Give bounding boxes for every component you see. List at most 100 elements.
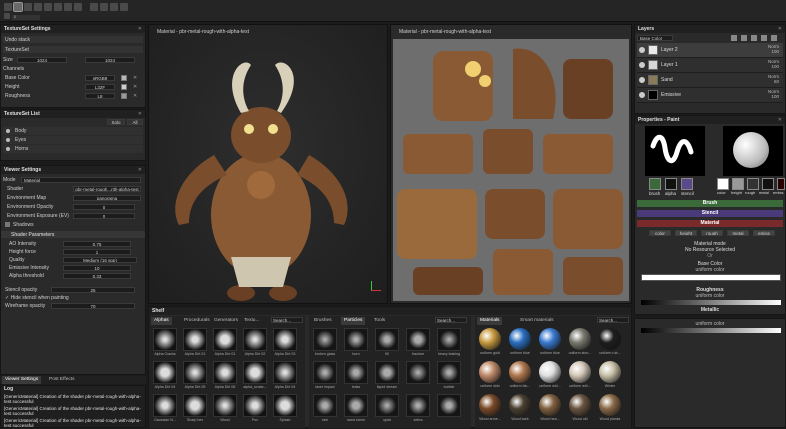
color-channel-swatch[interactable] [717, 178, 729, 190]
channel-color-swatch[interactable] [121, 93, 127, 99]
metallic-slider[interactable] [641, 328, 781, 333]
tab-viewer-settings[interactable]: Viewer Settings [2, 376, 42, 384]
tab-post-effects[interactable]: Post Effects [46, 376, 78, 384]
clone-tool-icon[interactable] [64, 3, 72, 11]
layer-row[interactable]: Layer 2 Norm 100 [637, 43, 783, 58]
shelf-tab[interactable]: Generators [211, 317, 241, 325]
panel-close-icon[interactable]: ✕ [778, 26, 782, 32]
shader-params-section[interactable]: Shader Parameters [1, 231, 145, 238]
shader-select[interactable]: pbr-metal-rough...rith-alpha-test [73, 186, 141, 192]
brush-tab-icon[interactable] [649, 178, 661, 190]
add-fill-layer-icon[interactable] [741, 35, 747, 41]
alpha-item[interactable]: Alpha Dirt 04 [153, 361, 177, 391]
channel-remove-icon[interactable]: ✕ [133, 84, 137, 90]
shelf-search-input[interactable]: Search... [271, 317, 303, 323]
material-section-bar[interactable]: Material [637, 220, 783, 227]
alpha-item[interactable]: Wood [213, 394, 237, 424]
brush-item[interactable]: laser impact [313, 361, 337, 391]
camera-icon[interactable] [120, 3, 128, 11]
rough-channel-swatch[interactable] [747, 178, 759, 190]
panel-close-icon[interactable]: ✕ [138, 111, 142, 117]
alpha-item[interactable]: Splash [273, 394, 297, 424]
add-layer-icon[interactable] [731, 35, 737, 41]
layer-opacity[interactable]: 60 [768, 79, 779, 84]
alpha-item[interactable]: Alpha Dirt 03 [273, 328, 297, 358]
shelf-tab[interactable]: Procedurals [181, 317, 213, 325]
material-item[interactable]: Wood old [567, 394, 593, 424]
viewport-3d[interactable]: Material - pbr-metal-rough-with-alpha-te… [148, 24, 388, 304]
brush-item[interactable]: burn [344, 328, 368, 358]
material-item[interactable]: Winter [597, 361, 623, 391]
material-item[interactable]: uniform gold [477, 328, 503, 358]
alpha-item[interactable]: Alpha Dirt 02 [243, 328, 267, 358]
material-item[interactable]: uniform rub... [597, 328, 623, 358]
add-mask-icon[interactable] [751, 35, 757, 41]
color-picker-tool-icon[interactable] [74, 3, 82, 11]
uv-map-canvas[interactable] [393, 39, 629, 301]
hide-stencil-checkbox[interactable]: ✓ Hide stencil when painting [5, 295, 69, 302]
quality-select[interactable]: Medium (16 spp) [63, 257, 137, 263]
material-item[interactable]: uniform blue [507, 328, 533, 358]
material-item[interactable]: uniform skin [477, 361, 503, 391]
tool-tab-label[interactable]: alpha [665, 191, 676, 196]
material-item[interactable]: Wood hea... [537, 394, 563, 424]
emiss-channel-swatch[interactable] [777, 178, 785, 190]
shelf-tab[interactable]: Textu... [241, 317, 262, 325]
brush-item[interactable]: broken glass [313, 328, 337, 358]
layer-row[interactable]: Emissive Norm 100 [637, 88, 783, 103]
emissive-field[interactable]: 10 [63, 265, 131, 271]
channel-select[interactable]: Base Color [637, 35, 673, 41]
select-tool-icon[interactable] [4, 3, 12, 11]
channel-color-swatch[interactable] [121, 84, 127, 90]
alpha-tab-icon[interactable] [665, 178, 677, 190]
material-item[interactable]: Wood bark [507, 394, 533, 424]
material-tab-label[interactable]: rough [745, 190, 755, 196]
size-select[interactable]: 1024 [17, 57, 67, 63]
alpha-item[interactable]: Sharp hex [183, 394, 207, 424]
alpha-item[interactable]: Alpha Dirt 01 [183, 328, 207, 358]
textureset-item[interactable]: Body [3, 127, 143, 135]
projection-tool-icon[interactable] [34, 3, 42, 11]
material-search-input[interactable]: Search... [597, 317, 629, 323]
eye-icon[interactable] [639, 47, 645, 53]
material-item[interactable]: uniform ston... [567, 328, 593, 358]
brush-item[interactable]: bubble [437, 361, 461, 391]
wireframe-field[interactable]: 70 [51, 303, 135, 309]
alpha-item[interactable]: Alpha Dirt 06 [213, 361, 237, 391]
panel-close-icon[interactable]: ✕ [138, 167, 142, 173]
textureset-item[interactable]: Eyes [3, 136, 143, 144]
panel-close-icon[interactable]: ✕ [778, 117, 782, 123]
brush-tab[interactable]: Tools [371, 317, 388, 325]
eye-icon[interactable] [6, 147, 10, 151]
textureset-field[interactable]: TextureSet [3, 46, 143, 53]
channel-toggle-button[interactable]: height [675, 230, 697, 236]
alpha-item[interactable]: Alpha Dirt 05 [183, 361, 207, 391]
material-item[interactable]: uniform whi... [537, 361, 563, 391]
brush-section-bar[interactable]: Brush [637, 200, 783, 207]
lazy-mouse-icon[interactable] [100, 3, 108, 11]
delete-layer-icon[interactable] [771, 35, 777, 41]
smudge-tool-icon[interactable] [54, 3, 62, 11]
panel-close-icon[interactable]: ✕ [138, 26, 142, 32]
layer-opacity[interactable]: 100 [768, 64, 779, 69]
brush-item[interactable]: fill [375, 328, 399, 358]
channel-remove-icon[interactable]: ✕ [133, 75, 137, 81]
alpha-item[interactable]: Pox [243, 394, 267, 424]
env-exposure-field[interactable]: 0 [73, 213, 135, 219]
material-tab-label[interactable]: height [731, 190, 742, 196]
alpha-item[interactable]: alpha_scratc... [243, 361, 267, 391]
alpha-item[interactable]: Alpha Dirt 04 [273, 361, 297, 391]
eye-icon[interactable] [6, 129, 10, 133]
eye-icon[interactable] [6, 138, 10, 142]
eye-icon[interactable] [639, 92, 645, 98]
channel-remove-icon[interactable]: ✕ [133, 93, 137, 99]
stencil-section-bar[interactable]: Stencil [637, 210, 783, 217]
channel-format-select[interactable]: L32F [85, 84, 115, 90]
height-force-field[interactable]: 1 [63, 249, 131, 255]
viewport-2d[interactable]: Material - pbr-metal-rough-with-alpha-te… [390, 24, 632, 304]
undo-stack-field[interactable]: Undo stack [3, 36, 143, 43]
base-color-swatch[interactable] [641, 274, 781, 281]
channel-toggle-button[interactable]: emiss [753, 230, 775, 236]
eye-icon[interactable] [639, 77, 645, 83]
material-tab-label[interactable]: metal [759, 190, 769, 196]
